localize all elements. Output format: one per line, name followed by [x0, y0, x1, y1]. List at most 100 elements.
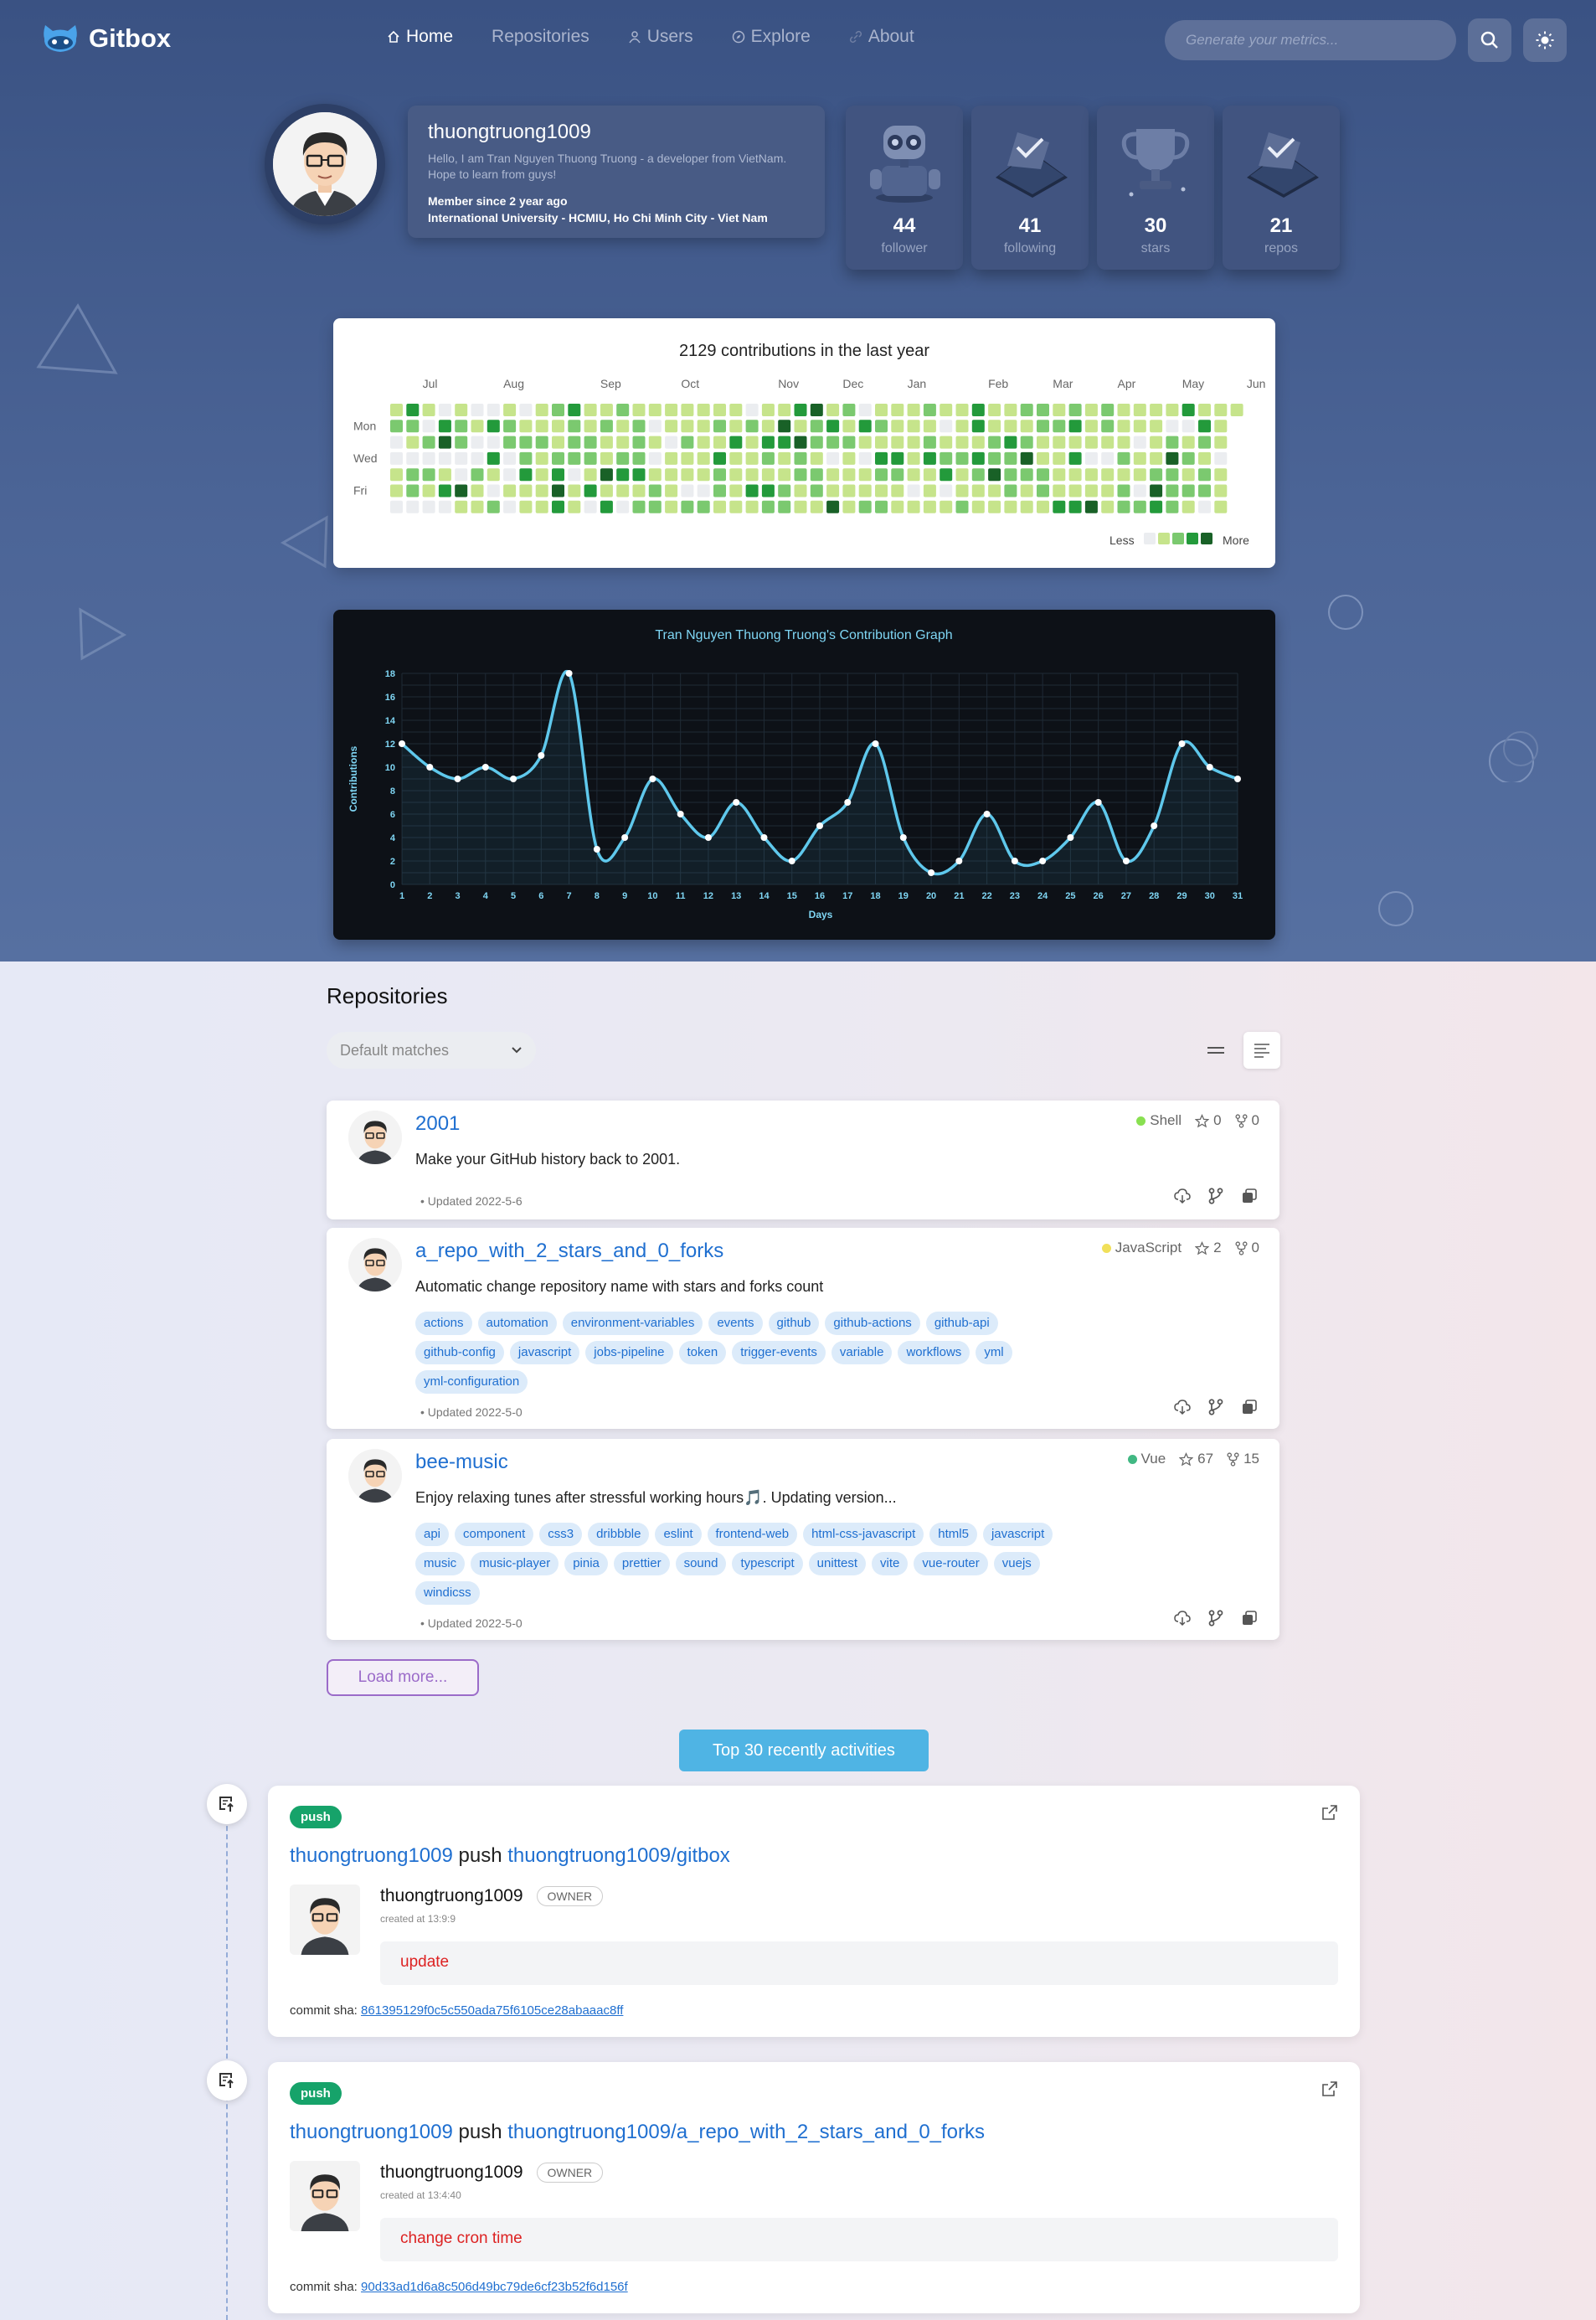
contribution-day-cell[interactable]: [1037, 484, 1049, 498]
contribution-day-cell[interactable]: [600, 484, 613, 498]
contribution-day-cell[interactable]: [1053, 420, 1066, 433]
cloud-download-icon[interactable]: [1174, 1610, 1191, 1627]
contribution-day-cell[interactable]: [713, 436, 726, 449]
contribution-day-cell[interactable]: [471, 484, 484, 498]
contribution-day-cell[interactable]: [455, 484, 468, 498]
data-point[interactable]: [844, 799, 852, 806]
data-point[interactable]: [677, 811, 684, 817]
data-point[interactable]: [1178, 740, 1186, 747]
contribution-day-cell[interactable]: [584, 404, 597, 416]
data-point[interactable]: [621, 834, 629, 841]
contribution-day-cell[interactable]: [955, 451, 969, 465]
contribution-day-cell[interactable]: [1101, 500, 1115, 513]
contribution-day-cell[interactable]: [923, 500, 936, 513]
contribution-day-cell[interactable]: [503, 420, 517, 433]
topic-tag[interactable]: yml-configuration: [415, 1370, 528, 1394]
data-point[interactable]: [1067, 834, 1074, 841]
cloud-download-icon[interactable]: [1174, 1399, 1191, 1415]
contribution-day-cell[interactable]: [1214, 468, 1228, 482]
topic-tag[interactable]: typescript: [732, 1552, 803, 1575]
contribution-day-cell[interactable]: [988, 404, 1001, 416]
contribution-day-cell[interactable]: [1182, 404, 1195, 416]
contribution-day-cell[interactable]: [1101, 436, 1115, 449]
contribution-day-cell[interactable]: [891, 436, 904, 449]
contribution-day-cell[interactable]: [923, 436, 936, 449]
contribution-day-cell[interactable]: [891, 420, 904, 433]
contribution-day-cell[interactable]: [1117, 451, 1130, 465]
contribution-day-cell[interactable]: [1150, 451, 1163, 465]
topic-tag[interactable]: html-css-javascript: [803, 1523, 924, 1546]
data-point[interactable]: [872, 740, 879, 747]
contribution-day-cell[interactable]: [778, 420, 791, 433]
contribution-day-cell[interactable]: [778, 500, 791, 513]
contribution-day-cell[interactable]: [568, 420, 581, 433]
contribution-day-cell[interactable]: [1053, 484, 1066, 498]
contribution-day-cell[interactable]: [1214, 404, 1228, 416]
contribution-day-cell[interactable]: [713, 420, 726, 433]
contribution-day-cell[interactable]: [971, 451, 985, 465]
contribution-day-cell[interactable]: [1084, 420, 1098, 433]
topic-tag[interactable]: vite: [872, 1552, 909, 1575]
contribution-day-cell[interactable]: [1166, 451, 1179, 465]
contribution-day-cell[interactable]: [713, 484, 726, 498]
fork-icon[interactable]: [1207, 1610, 1224, 1627]
fork-icon[interactable]: [1207, 1399, 1224, 1415]
contribution-day-cell[interactable]: [858, 451, 872, 465]
contribution-day-cell[interactable]: [907, 500, 920, 513]
data-point[interactable]: [1011, 858, 1018, 864]
contribution-day-cell[interactable]: [826, 420, 840, 433]
contribution-day-cell[interactable]: [1084, 500, 1098, 513]
contribution-day-cell[interactable]: [842, 436, 856, 449]
contribution-day-cell[interactable]: [1020, 484, 1033, 498]
contribution-day-cell[interactable]: [1020, 468, 1033, 482]
contribution-day-cell[interactable]: [1084, 451, 1098, 465]
contribution-day-cell[interactable]: [1020, 436, 1033, 449]
contribution-day-cell[interactable]: [1182, 484, 1195, 498]
contribution-day-cell[interactable]: [1068, 468, 1082, 482]
contribution-day-cell[interactable]: [955, 404, 969, 416]
contribution-day-cell[interactable]: [729, 451, 743, 465]
contribution-day-cell[interactable]: [761, 436, 775, 449]
contribution-day-cell[interactable]: [923, 484, 936, 498]
contribution-day-cell[interactable]: [665, 451, 678, 465]
contribution-day-cell[interactable]: [632, 436, 646, 449]
load-more-button[interactable]: Load more...: [327, 1659, 479, 1696]
contribution-day-cell[interactable]: [923, 451, 936, 465]
contribution-day-cell[interactable]: [842, 404, 856, 416]
contribution-day-cell[interactable]: [794, 436, 807, 449]
data-point[interactable]: [733, 799, 740, 806]
contribution-day-cell[interactable]: [1037, 468, 1049, 482]
contribution-day-cell[interactable]: [842, 500, 856, 513]
repo-link[interactable]: thuongtruong1009/a_repo_with_2_stars_and…: [507, 2121, 985, 2143]
contribution-day-cell[interactable]: [632, 451, 646, 465]
topic-tag[interactable]: environment-variables: [562, 1312, 703, 1335]
contribution-day-cell[interactable]: [907, 436, 920, 449]
contribution-day-cell[interactable]: [1214, 484, 1228, 498]
contribution-day-cell[interactable]: [648, 500, 662, 513]
contribution-day-cell[interactable]: [648, 420, 662, 433]
contribution-day-cell[interactable]: [697, 404, 710, 416]
contribution-day-cell[interactable]: [1020, 451, 1033, 465]
topic-tag[interactable]: pinia: [564, 1552, 608, 1575]
contribution-day-cell[interactable]: [681, 420, 694, 433]
contribution-day-cell[interactable]: [471, 468, 484, 482]
data-point[interactable]: [816, 822, 823, 829]
contribution-day-cell[interactable]: [988, 500, 1001, 513]
contribution-day-cell[interactable]: [697, 468, 710, 482]
contribution-day-cell[interactable]: [940, 500, 953, 513]
contribution-day-cell[interactable]: [616, 484, 630, 498]
data-point[interactable]: [1122, 858, 1130, 864]
contribution-day-cell[interactable]: [988, 484, 1001, 498]
contribution-day-cell[interactable]: [1068, 436, 1082, 449]
contribution-day-cell[interactable]: [648, 436, 662, 449]
contribution-day-cell[interactable]: [923, 420, 936, 433]
contribution-day-cell[interactable]: [503, 500, 517, 513]
contribution-day-cell[interactable]: [568, 436, 581, 449]
contribution-day-cell[interactable]: [632, 500, 646, 513]
contribution-day-cell[interactable]: [1214, 451, 1228, 465]
contribution-day-cell[interactable]: [406, 468, 420, 482]
contribution-day-cell[interactable]: [487, 500, 500, 513]
contribution-day-cell[interactable]: [971, 436, 985, 449]
contribution-day-cell[interactable]: [1004, 500, 1017, 513]
contribution-day-cell[interactable]: [487, 436, 500, 449]
